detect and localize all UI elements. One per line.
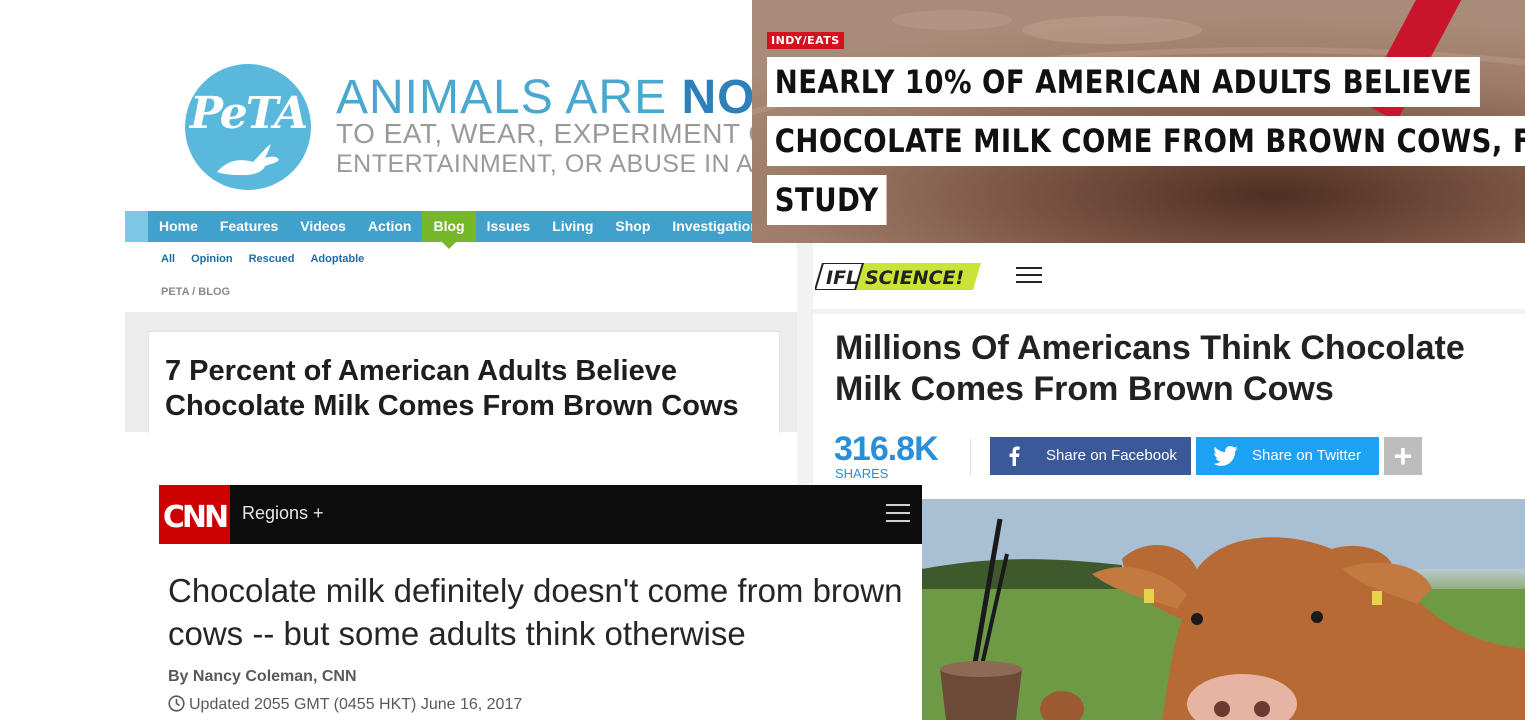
clock-icon [168, 695, 185, 712]
peta-main-nav: Home Features Videos Action Blog Issues … [125, 211, 800, 249]
peta-nav-shop[interactable]: Shop [604, 211, 661, 242]
ifl-hamburger-icon[interactable] [1016, 267, 1042, 288]
cnn-logo-text: CNN [162, 500, 229, 535]
peta-nav-blog[interactable]: Blog [422, 211, 476, 249]
ifl-article: Millions Of Americans Think Chocolate Mi… [813, 314, 1525, 499]
ifl-shares-label: SHARES [835, 466, 889, 481]
cnn-title[interactable]: Chocolate milk definitely doesn't come f… [168, 569, 918, 655]
indy-headline-line-3[interactable]: STUDY [767, 175, 887, 225]
ifl-logo-prefix: IFL [826, 267, 858, 289]
cow-photo-illustration [922, 499, 1525, 720]
peta-article-card: 7 Percent of American Adults Believe Cho… [148, 331, 780, 433]
peta-tagline-2: TO EAT, WEAR, EXPERIMENT O [336, 118, 771, 149]
share-twitter-button[interactable]: Share on Twitter [1196, 437, 1379, 475]
share-facebook-label: Share on Facebook [1046, 447, 1177, 464]
ifl-share-divider [970, 439, 971, 475]
peta-logo[interactable]: PeTA [185, 64, 311, 190]
peta-nav-videos[interactable]: Videos [289, 211, 357, 242]
peta-subnav-opinion[interactable]: Opinion [191, 253, 233, 265]
cnn-byline: By Nancy Coleman, CNN [168, 668, 357, 685]
iflscience-logo[interactable]: IFL SCIENCE! [815, 263, 981, 290]
indy-headline-line-2[interactable]: CHOCOLATE MILK COME FROM BROWN COWS, FIN… [767, 116, 1525, 166]
cnn-header: CNN Regions + [159, 485, 922, 555]
cow-photo [922, 499, 1525, 720]
independent-panel: INDY/EATS NEARLY 10% OF AMERICAN ADULTS … [752, 0, 1525, 243]
facebook-icon [1009, 446, 1020, 466]
twitter-icon [1214, 446, 1238, 466]
peta-breadcrumb[interactable]: PETA / BLOG [161, 286, 230, 298]
share-facebook-button[interactable]: Share on Facebook [990, 437, 1191, 475]
peta-subnav-rescued[interactable]: Rescued [249, 253, 295, 265]
share-twitter-label: Share on Twitter [1252, 447, 1361, 464]
ifl-logo-suffix: SCIENCE! [865, 267, 964, 289]
cnn-hamburger-icon[interactable] [886, 504, 910, 528]
peta-tagline-3: ENTERTAINMENT, OR ABUSE IN ANY [336, 150, 790, 178]
peta-subnav-adoptable[interactable]: Adoptable [310, 253, 364, 265]
cnn-article: Chocolate milk definitely doesn't come f… [159, 544, 922, 720]
peta-subnav-all[interactable]: All [161, 253, 175, 265]
peta-nav-action[interactable]: Action [357, 211, 423, 242]
ifl-title[interactable]: Millions Of Americans Think Chocolate Mi… [835, 328, 1525, 410]
share-more-button[interactable]: + [1384, 437, 1422, 475]
peta-logo-text: PeTA [189, 88, 308, 139]
ifl-share-count: 316.8K [834, 430, 939, 468]
peta-nav-features[interactable]: Features [209, 211, 289, 242]
cnn-updated-text: Updated 2055 GMT (0455 HKT) June 16, 201… [189, 696, 523, 713]
peta-nav-living[interactable]: Living [541, 211, 604, 242]
peta-tagline-1-pre: ANIMALS ARE [336, 71, 682, 124]
peta-panel: PeTA ANIMALS ARE NOT TO EAT, WEAR, EXPER… [0, 0, 800, 433]
peta-headline[interactable]: 7 Percent of American Adults Believe Cho… [165, 354, 775, 424]
peta-nav-issues[interactable]: Issues [476, 211, 542, 242]
cnn-regions-menu[interactable]: Regions + [242, 503, 324, 524]
indy-eats-badge[interactable]: INDY/EATS [767, 32, 844, 49]
rabbit-icon [217, 144, 279, 176]
peta-tagline-1: ANIMALS ARE NOT [336, 70, 786, 125]
peta-nav-home[interactable]: Home [148, 211, 209, 242]
peta-nav-stub [125, 211, 148, 242]
peta-subnav: All Opinion Rescued Adoptable [161, 253, 364, 265]
ifl-side-gutter [797, 243, 813, 488]
ifl-header: IFL SCIENCE! [813, 243, 1525, 310]
indy-headline-line-1[interactable]: NEARLY 10% OF AMERICAN ADULTS BELIEVE [767, 57, 1480, 107]
cnn-updated: Updated 2055 GMT (0455 HKT) June 16, 201… [168, 695, 522, 714]
